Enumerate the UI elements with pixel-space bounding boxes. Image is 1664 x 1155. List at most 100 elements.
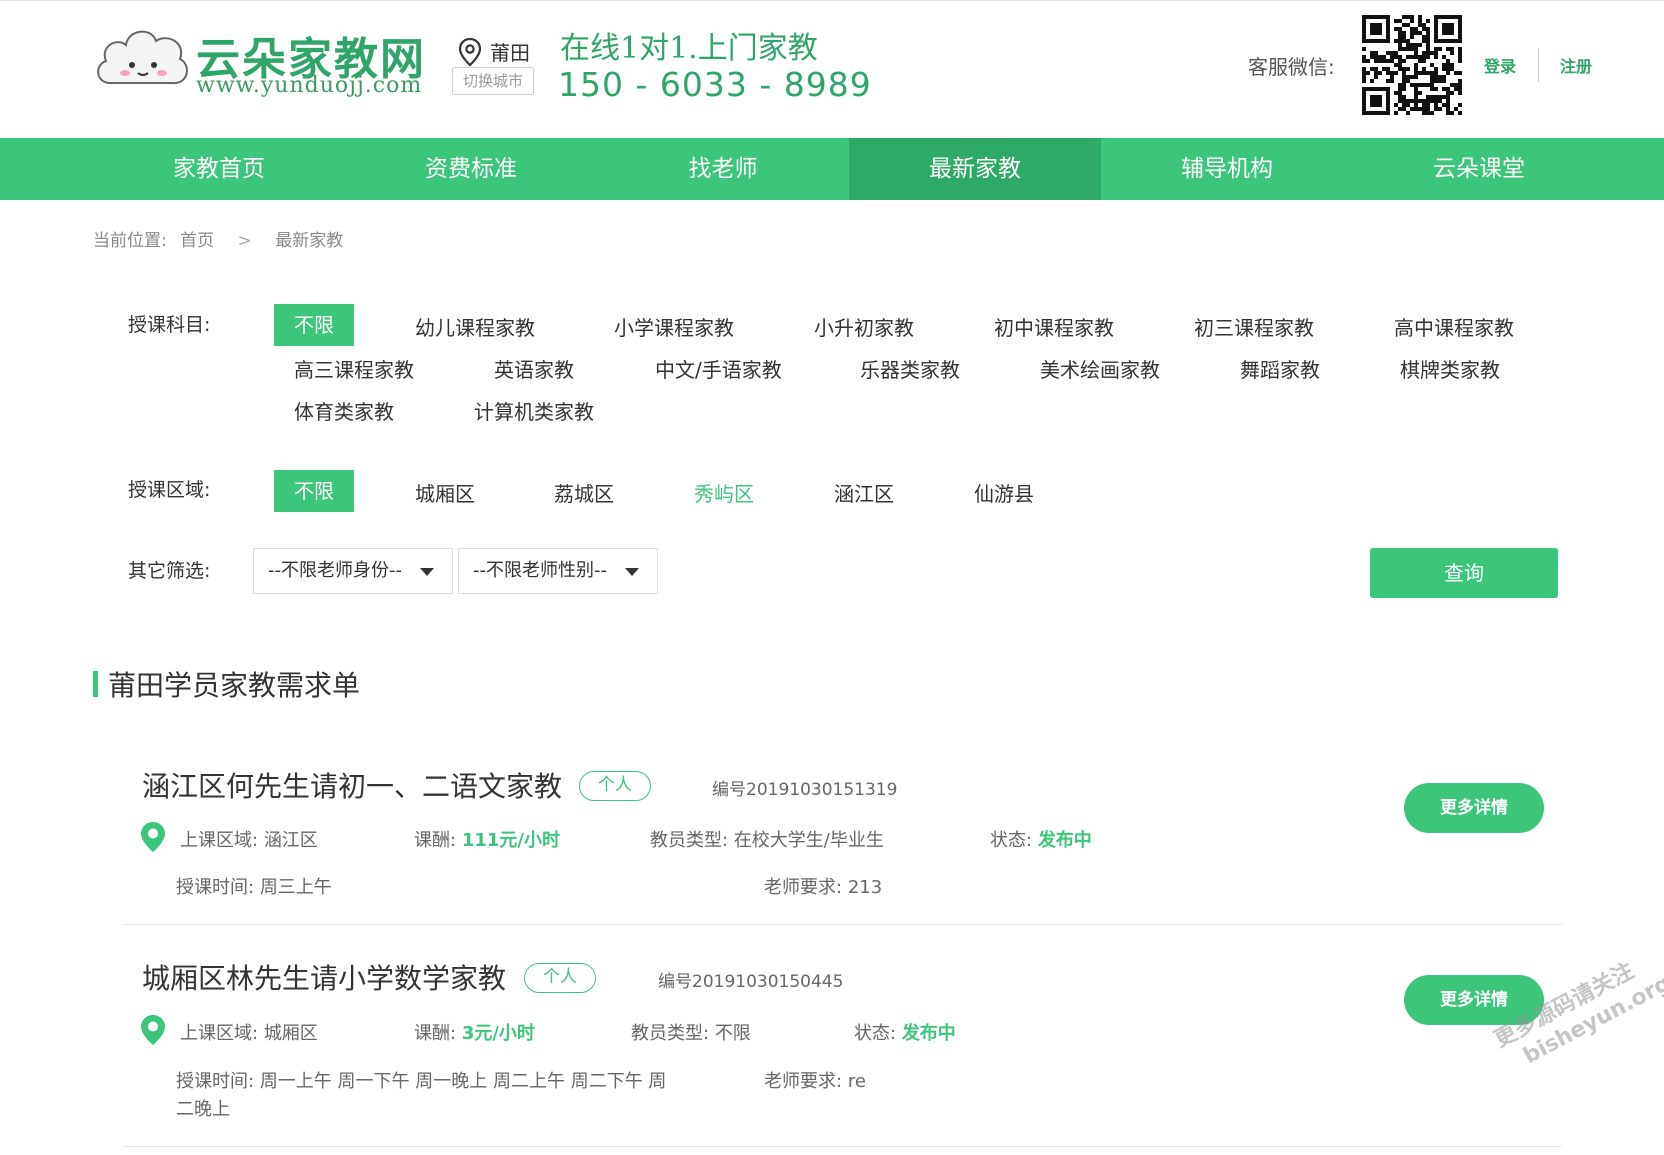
order-card: 涵江区何先生请初一、二语文家教 个人 编号20191030151319 上课区域… [124, 765, 1562, 925]
order-title[interactable]: 涵江区何先生请初一、二语文家教 [142, 765, 562, 805]
order-divider [124, 924, 1562, 925]
order-area: 上课区域: 涵江区 [180, 826, 318, 852]
order-divider [124, 1146, 1562, 1147]
order-time-label: 授课时间: [176, 1071, 255, 1092]
order-time: 授课时间: 周一上午 周一下午 周一晚上 周二上午 周二下午 周 [176, 1067, 666, 1093]
order-status-value: 发布中 [901, 1023, 956, 1044]
switch-city-button[interactable]: 切换城市 [452, 67, 534, 95]
more-details-button[interactable]: 更多详情 [1404, 783, 1544, 833]
area-option-xianyou[interactable]: 仙游县 [974, 478, 1034, 507]
query-button[interactable]: 查询 [1370, 548, 1558, 598]
nav-latest-tutoring[interactable]: 最新家教 [849, 138, 1101, 200]
subject-option-grade12[interactable]: 高三课程家教 [294, 354, 414, 383]
order-number: 编号20191030151319 [712, 780, 898, 800]
subject-option-chess[interactable]: 棋牌类家教 [1400, 354, 1500, 383]
order-title[interactable]: 城厢区林先生请小学数学家教 [142, 957, 506, 997]
order-pay: 课酬: 111元/小时 [414, 826, 560, 852]
order-type-badge: 个人 [579, 771, 651, 801]
nav-classroom[interactable]: 云朵课堂 [1353, 138, 1605, 200]
dropdown-caret-icon [625, 568, 639, 576]
subject-option-xiaoshengchu[interactable]: 小升初家教 [814, 312, 914, 341]
site-header: 云朵家教网 www.yunduojj.com 莆田 切换城市 在线1对1.上门家… [0, 0, 1664, 138]
subject-option-preschool[interactable]: 幼儿课程家教 [415, 312, 535, 341]
hotline-number: 150 - 6033 - 8989 [558, 65, 872, 104]
nav-find-teacher[interactable]: 找老师 [597, 138, 849, 200]
order-time-value: 周一上午 周一下午 周一晚上 周二上午 周二下午 周 [259, 1071, 667, 1092]
order-area-label: 上课区域: [180, 1023, 259, 1044]
order-teacher-type: 教员类型: 在校大学生/毕业生 [650, 826, 884, 852]
area-option-hanjiang[interactable]: 涵江区 [834, 478, 894, 507]
subject-option-grade9[interactable]: 初三课程家教 [1194, 312, 1314, 341]
area-option-chengxiang[interactable]: 城厢区 [415, 478, 475, 507]
breadcrumb-separator: > [237, 231, 252, 251]
subject-option-chinese-sign[interactable]: 中文/手语家教 [655, 354, 782, 383]
order-pay: 课酬: 3元/小时 [414, 1019, 535, 1045]
logo-url: www.yunduojj.com [196, 73, 423, 98]
main-nav: 家教首页 资费标准 找老师 最新家教 辅导机构 云朵课堂 [0, 138, 1664, 200]
teacher-gender-select[interactable]: --不限老师性别-- [458, 548, 658, 594]
slogan: 在线1对1.上门家教 [560, 31, 818, 66]
section-title: 莆田学员家教需求单 [108, 669, 361, 702]
order-teacher-type: 教员类型: 不限 [631, 1019, 751, 1045]
order-type-value: 在校大学生/毕业生 [733, 830, 884, 851]
order-area-label: 上课区域: [180, 830, 259, 851]
login-link[interactable]: 登录 [1484, 53, 1516, 77]
subject-option-art[interactable]: 美术绘画家教 [1040, 354, 1160, 383]
subject-option-sports[interactable]: 体育类家教 [294, 396, 394, 425]
register-link[interactable]: 注册 [1560, 53, 1592, 77]
breadcrumb-prefix: 当前位置: [93, 231, 167, 251]
teacher-identity-value: --不限老师身份-- [268, 560, 402, 581]
order-req-label: 老师要求: [764, 1071, 843, 1092]
nav-pricing[interactable]: 资费标准 [345, 138, 597, 200]
order-req-value: 213 [847, 877, 883, 898]
order-type-label: 教员类型: [650, 830, 729, 851]
order-type-value: 不限 [714, 1023, 751, 1044]
subject-option-primary[interactable]: 小学课程家教 [614, 312, 734, 341]
order-area-value: 城厢区 [263, 1023, 318, 1044]
area-option-any[interactable]: 不限 [274, 470, 354, 512]
teacher-identity-select[interactable]: --不限老师身份-- [253, 548, 453, 594]
subject-option-senior[interactable]: 高中课程家教 [1394, 312, 1514, 341]
other-filter-label: 其它筛选: [128, 560, 211, 582]
order-type-label: 教员类型: [631, 1023, 710, 1044]
subject-option-any[interactable]: 不限 [274, 304, 354, 346]
qrcode-image [1362, 15, 1462, 115]
order-status: 状态: 发布中 [990, 826, 1092, 852]
subject-option-english[interactable]: 英语家教 [494, 354, 574, 383]
wechat-service-label: 客服微信: [1248, 55, 1335, 79]
order-status-value: 发布中 [1037, 830, 1092, 851]
breadcrumb: 当前位置: 首页 > 最新家教 [93, 226, 343, 251]
breadcrumb-home[interactable]: 首页 [180, 226, 214, 251]
order-number: 编号20191030150445 [658, 972, 844, 992]
subject-option-dance[interactable]: 舞蹈家教 [1240, 354, 1320, 383]
order-pay-label: 课酬: [414, 1023, 457, 1044]
order-requirement: 老师要求: 213 [764, 873, 882, 899]
order-area: 上课区域: 城厢区 [180, 1019, 318, 1045]
subject-option-computer[interactable]: 计算机类家教 [474, 396, 594, 425]
location-pin-icon [458, 37, 482, 67]
order-time-label: 授课时间: [176, 877, 255, 898]
subject-option-junior[interactable]: 初中课程家教 [994, 312, 1114, 341]
order-req-value: re [847, 1071, 866, 1092]
nav-institutions[interactable]: 辅导机构 [1101, 138, 1353, 200]
site-logo[interactable]: 云朵家教网 www.yunduojj.com [92, 17, 424, 105]
area-filter-label: 授课区域: [128, 479, 211, 501]
header-link-divider [1538, 48, 1539, 82]
order-time-value: 周三上午 [259, 877, 332, 898]
area-option-licheng[interactable]: 荔城区 [554, 478, 614, 507]
order-status-label: 状态: [854, 1023, 897, 1044]
order-requirement: 老师要求: re [764, 1067, 866, 1093]
dropdown-caret-icon [420, 568, 434, 576]
current-city: 莆田 [490, 41, 530, 65]
nav-home[interactable]: 家教首页 [93, 138, 345, 200]
subject-option-instrument[interactable]: 乐器类家教 [860, 354, 960, 383]
breadcrumb-current: 最新家教 [275, 231, 344, 251]
teacher-gender-value: --不限老师性别-- [473, 560, 607, 581]
area-option-xiuyu[interactable]: 秀屿区 [694, 478, 754, 507]
order-card: 城厢区林先生请小学数学家教 个人 编号20191030150445 上课区域: … [124, 957, 1562, 1147]
order-pay-label: 课酬: [414, 830, 457, 851]
order-req-label: 老师要求: [764, 877, 843, 898]
order-type-badge: 个人 [524, 963, 596, 993]
subject-filter-label: 授课科目: [128, 314, 211, 336]
map-marker-icon [141, 822, 165, 852]
